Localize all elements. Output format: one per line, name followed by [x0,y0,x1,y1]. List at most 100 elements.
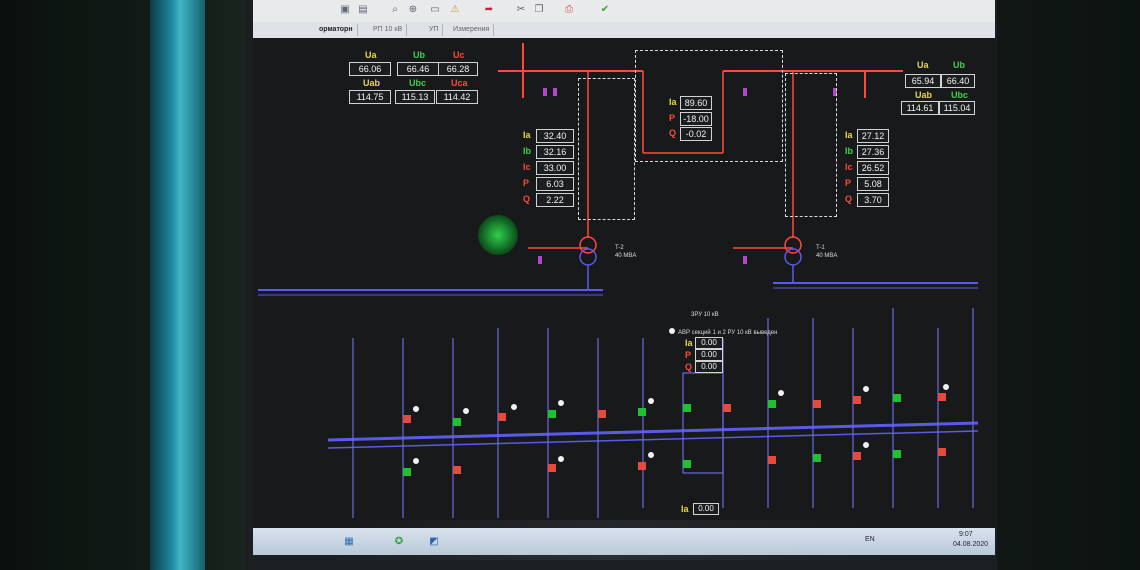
cabinet-edge [95,0,135,570]
breaker-1[interactable] [403,415,411,423]
left-uab-value: 114.75 [349,90,391,104]
right-ub-label: Ub [953,60,965,70]
avr-p-label: P [685,350,692,360]
breaker-16[interactable] [548,464,556,472]
warning-icon[interactable]: ⚠ [449,4,461,16]
tab-up[interactable]: УП [425,24,444,36]
right-uab-label: Uab [915,90,933,100]
check-icon[interactable]: ✔ [599,4,611,16]
breaker-22[interactable] [893,450,901,458]
search-icon[interactable]: ⌕ [389,4,401,16]
center-ia-label: Ia [669,97,677,107]
left-ubc-label: Ubc [409,78,427,88]
left-q-label: Q [523,194,531,204]
clock-time[interactable]: 9:07 [959,531,973,538]
status-lamp-9 [413,458,419,464]
right-q-label: Q [845,194,853,204]
zoom-icon[interactable]: ⊕ [407,4,419,16]
breaker-7[interactable] [683,404,691,412]
left-q-value: 2.22 [536,193,574,207]
right-ib-value: 27.36 [857,145,889,159]
breaker-11[interactable] [853,396,861,404]
right-ubc-value: 115.04 [939,101,975,115]
right-ia-value: 27.12 [857,129,889,143]
bottom-ia-value: 0.00 [693,503,719,515]
right-ic-label: Ic [845,162,853,172]
center-ia-value: 89.60 [680,96,712,110]
arrow-icon[interactable]: ➦ [483,4,495,16]
breaker-12[interactable] [893,394,901,402]
blue-pipe [150,0,205,570]
right-bay-frame [785,73,837,217]
avr-indicator [669,328,675,334]
tab-bar: орматорн РП 10 кВ УП Измерения [253,22,995,39]
left-uab-label: Uab [363,78,381,88]
left-uc-label: Uc [453,50,465,60]
left-ia-label: Ia [523,130,531,140]
avr-q-label: Q [685,362,693,372]
status-lamp-8 [943,384,949,390]
avr-q-value: 0.00 [695,361,723,373]
left-ub-value: 66.46 [397,62,439,76]
breaker-6[interactable] [638,408,646,416]
breaker-19[interactable] [768,456,776,464]
avr-ia-label: Ia [685,338,693,348]
breaker-21[interactable] [853,452,861,460]
screen-glare [478,215,518,255]
status-lamp-5 [648,398,654,404]
left-uca-value: 114.42 [436,90,478,104]
breaker-2[interactable] [453,418,461,426]
tab-measurements[interactable]: Измерения [449,24,495,36]
left-p-value: 6.03 [536,177,574,191]
center-q-label: Q [669,128,677,138]
right-p-value: 5.08 [857,177,889,191]
breaker-17[interactable] [638,462,646,470]
left-ub-label: Ub [413,50,425,60]
copy-icon[interactable]: ❐ [533,4,545,16]
breaker-9[interactable] [768,400,776,408]
breaker-14[interactable] [403,468,411,476]
left-ua-label: Ua [365,50,377,60]
print-icon[interactable]: ▤ [357,4,369,16]
printer-icon[interactable]: ⎙ [563,4,575,16]
status-lamp-4 [558,400,564,406]
floppy-icon[interactable]: ▣ [339,4,351,16]
cut-icon[interactable]: ✂ [515,4,527,16]
right-uab-value: 114.61 [901,101,939,115]
status-lamp-1 [413,406,419,412]
tab-ru10[interactable]: РП 10 кВ [369,24,408,36]
breaker-15[interactable] [453,466,461,474]
right-ub-value: 66.40 [941,74,975,88]
left-uc-value: 66.28 [438,62,478,76]
right-ua-value: 65.94 [905,74,941,88]
left-p-label: P [523,178,530,188]
status-lamp-2 [463,408,469,414]
breaker-13[interactable] [938,393,946,401]
left-ic-label: Ic [523,162,531,172]
breaker-20[interactable] [813,454,821,462]
t1-rating: 40 MBA [816,253,838,259]
clock-date[interactable]: 04.08.2020 [953,541,988,548]
breaker-23[interactable] [938,448,946,456]
app-toolbar: ▣ ▤ ⌕ ⊕ ▭ ⚠ ➦ ✂ ❐ ⎙ ✔ [253,0,995,23]
status-lamp-12 [863,442,869,448]
breaker-3[interactable] [498,413,506,421]
left-ib-label: Ib [523,146,531,156]
breaker-4[interactable] [548,410,556,418]
left-ia-value: 32.40 [536,129,574,143]
breaker-8[interactable] [723,404,731,412]
left-bay-frame [578,78,635,220]
breaker-18[interactable] [683,460,691,468]
right-ia-label: Ia [845,130,853,140]
document-icon[interactable]: ▭ [429,4,441,16]
right-ubc-label: Ubc [951,90,969,100]
right-ic-value: 26.52 [857,161,889,175]
tab-transformers[interactable]: орматорн [315,24,358,36]
center-q-value: -0.02 [680,127,712,141]
center-p-label: P [669,113,676,123]
left-ua-value: 66.06 [349,62,391,76]
bottom-ia-label: Ia [681,504,689,514]
breaker-10[interactable] [813,400,821,408]
breaker-5[interactable] [598,410,606,418]
right-q-value: 3.70 [857,193,889,207]
